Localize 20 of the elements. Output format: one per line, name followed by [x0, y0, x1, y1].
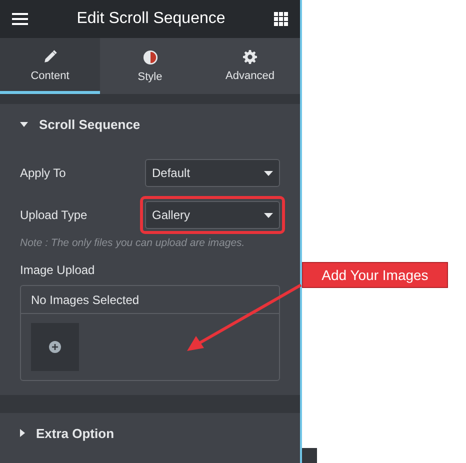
- note-text: Note : The only files you can upload are images.: [20, 237, 246, 249]
- plus-icon: [49, 341, 61, 353]
- add-image-button[interactable]: [31, 323, 79, 371]
- callout-label: Add Your Images: [302, 262, 448, 288]
- field-label: Upload Type: [20, 208, 88, 222]
- caret-icon: [264, 212, 273, 218]
- caret-icon: [264, 170, 273, 176]
- gallery-status: No Images Selected: [31, 292, 140, 306]
- menu-icon[interactable]: [12, 13, 28, 25]
- grid-icon[interactable]: [274, 12, 288, 26]
- dropdown[interactable]: Default: [145, 159, 280, 187]
- contrast-icon: [142, 50, 158, 64]
- gear-icon: [243, 50, 257, 64]
- field-label: Image Upload: [20, 263, 96, 277]
- dropdown[interactable]: Gallery: [145, 201, 280, 229]
- field-label: Apply To: [20, 166, 66, 180]
- panel-title: Edit Scroll Sequence: [76, 10, 226, 28]
- tab[interactable]: Content: [0, 38, 100, 94]
- footer-bar: [302, 448, 317, 463]
- pencil-icon: [43, 50, 57, 64]
